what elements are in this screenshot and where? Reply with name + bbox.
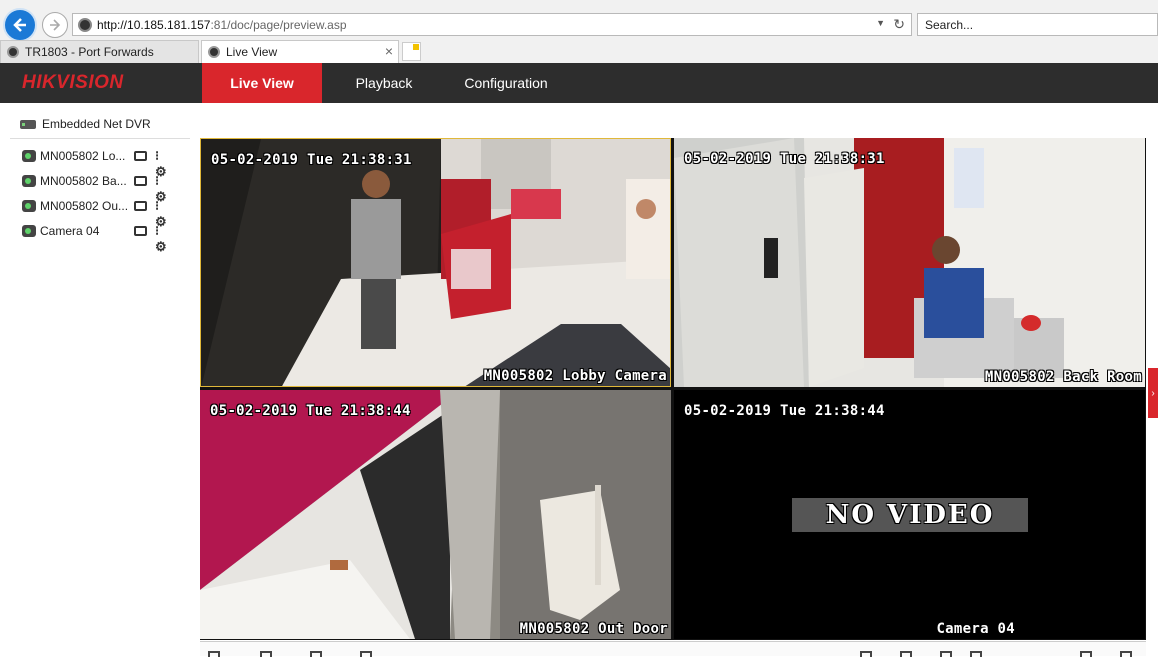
- search-input[interactable]: Search...: [917, 13, 1158, 36]
- brand-logo: HIKVISION: [22, 72, 124, 93]
- browser-chrome: http://10.185.181.157:81/doc/page/previe…: [0, 0, 1158, 63]
- camera-item-lobby[interactable]: MN005802 Lo... ⁝⚙: [22, 146, 182, 179]
- tile-timestamp: 05-02-2019 Tue 21:38:31: [211, 152, 412, 168]
- record-icon[interactable]: [134, 226, 147, 236]
- close-icon[interactable]: ×: [385, 43, 393, 59]
- record-icon[interactable]: [134, 151, 147, 161]
- device-label: Embedded Net DVR: [42, 117, 151, 131]
- camera-item-out-door[interactable]: MN005802 Ou... ⁝⚙: [22, 196, 182, 229]
- toolbar-icon[interactable]: [970, 651, 982, 657]
- camera-icon: [22, 175, 36, 187]
- divider: [10, 138, 190, 139]
- menu-configuration[interactable]: Configuration: [450, 63, 562, 103]
- address-text: http://10.185.181.157:81/doc/page/previe…: [97, 18, 347, 32]
- video-tile-camera-04[interactable]: 05-02-2019 Tue 21:38:44 NO VIDEO Camera …: [674, 390, 1145, 639]
- tab-site-icon: [7, 46, 19, 58]
- refresh-icon[interactable]: ↻: [893, 16, 905, 33]
- back-room-camera-frame: [674, 138, 1145, 387]
- toolbar-icon[interactable]: [310, 651, 322, 657]
- video-tile-out-door[interactable]: 05-02-2019 Tue 21:38:44 MN005802 Out Doo…: [200, 390, 671, 639]
- toolbar-icon[interactable]: [860, 651, 872, 657]
- toolbar-icon[interactable]: [360, 651, 372, 657]
- ptz-settings-icon[interactable]: ⁝⚙: [155, 198, 170, 229]
- tab-strip: TR1803 - Port Forwards Live View ×: [0, 40, 1158, 63]
- address-path: :81/doc/page/preview.asp: [210, 18, 347, 32]
- fullscreen-icon[interactable]: [1120, 651, 1132, 657]
- tile-camera-name: Camera 04: [936, 621, 1015, 637]
- tab-label: TR1803 - Port Forwards: [25, 45, 154, 59]
- camera-sidebar: Embedded Net DVR MN005802 Lo... ⁝⚙ MN005…: [0, 103, 196, 656]
- address-host: http://10.185.181.157: [97, 18, 211, 32]
- app-header: HIKVISION Live View Playback Configurati…: [0, 63, 1158, 103]
- no-video-banner: NO VIDEO: [792, 498, 1028, 532]
- camera-item-back-room[interactable]: MN005802 Ba... ⁝⚙: [22, 171, 182, 204]
- live-view-grid: 05-02-2019 Tue 21:38:31 MN005802 Lobby C…: [200, 138, 1146, 640]
- video-tile-back-room[interactable]: 05-02-2019 Tue 21:38:31 MN005802 Back Ro…: [674, 138, 1145, 387]
- tab-site-icon: [208, 46, 220, 58]
- out-door-camera-frame: [200, 390, 671, 639]
- tile-timestamp: 05-02-2019 Tue 21:38:44: [684, 403, 885, 419]
- camera-icon: [22, 150, 36, 162]
- tile-timestamp: 05-02-2019 Tue 21:38:31: [684, 151, 885, 167]
- ptz-settings-icon[interactable]: ⁝⚙: [155, 148, 170, 179]
- camera-label: MN005802 Ou...: [40, 199, 129, 213]
- tab-live-view[interactable]: Live View ×: [201, 40, 399, 63]
- camera-label: MN005802 Ba...: [40, 174, 127, 188]
- ptz-settings-icon[interactable]: ⁝⚙: [155, 223, 170, 254]
- expand-panel-button[interactable]: ›: [1148, 368, 1158, 418]
- tile-camera-name: MN005802 Lobby Camera: [483, 368, 667, 384]
- camera-item-camera-04[interactable]: Camera 04 ⁝⚙: [22, 221, 182, 254]
- camera-icon: [22, 225, 36, 237]
- window-layout-icon[interactable]: [208, 651, 220, 657]
- camera-icon: [22, 200, 36, 212]
- forward-button[interactable]: [42, 12, 68, 38]
- tile-timestamp: 05-02-2019 Tue 21:38:44: [210, 403, 411, 419]
- toolbar-icon[interactable]: [260, 651, 272, 657]
- arrow-right-icon: [50, 19, 61, 31]
- address-bar[interactable]: http://10.185.181.157:81/doc/page/previe…: [72, 13, 912, 36]
- record-icon[interactable]: [134, 201, 147, 211]
- device-node[interactable]: Embedded Net DVR: [20, 117, 151, 131]
- camera-label: Camera 04: [40, 224, 100, 238]
- ptz-settings-icon[interactable]: ⁝⚙: [155, 173, 170, 204]
- arrow-left-icon: [13, 18, 26, 32]
- chevron-right-icon: ›: [1151, 387, 1155, 399]
- lobby-camera-frame: [201, 139, 670, 386]
- tab-port-forwards[interactable]: TR1803 - Port Forwards: [0, 40, 199, 63]
- dvr-icon: [20, 119, 36, 129]
- menu-live-view[interactable]: Live View: [202, 63, 322, 103]
- toolbar-icon[interactable]: [940, 651, 952, 657]
- tile-camera-name: MN005802 Out Door: [519, 621, 668, 637]
- video-tile-lobby[interactable]: 05-02-2019 Tue 21:38:31 MN005802 Lobby C…: [200, 138, 671, 387]
- toolbar-icon[interactable]: [900, 651, 912, 657]
- site-icon: [78, 18, 92, 32]
- tab-label: Live View: [226, 45, 278, 59]
- dropdown-icon[interactable]: ▼: [876, 18, 885, 28]
- tile-camera-name: MN005802 Back Room: [984, 369, 1142, 385]
- menu-playback[interactable]: Playback: [334, 63, 434, 103]
- camera-label: MN005802 Lo...: [40, 149, 126, 163]
- record-icon[interactable]: [134, 176, 147, 186]
- playback-toolbar: [200, 641, 1146, 657]
- new-tab-button[interactable]: [402, 42, 421, 61]
- back-button[interactable]: [3, 8, 37, 42]
- toolbar-icon[interactable]: [1080, 651, 1092, 657]
